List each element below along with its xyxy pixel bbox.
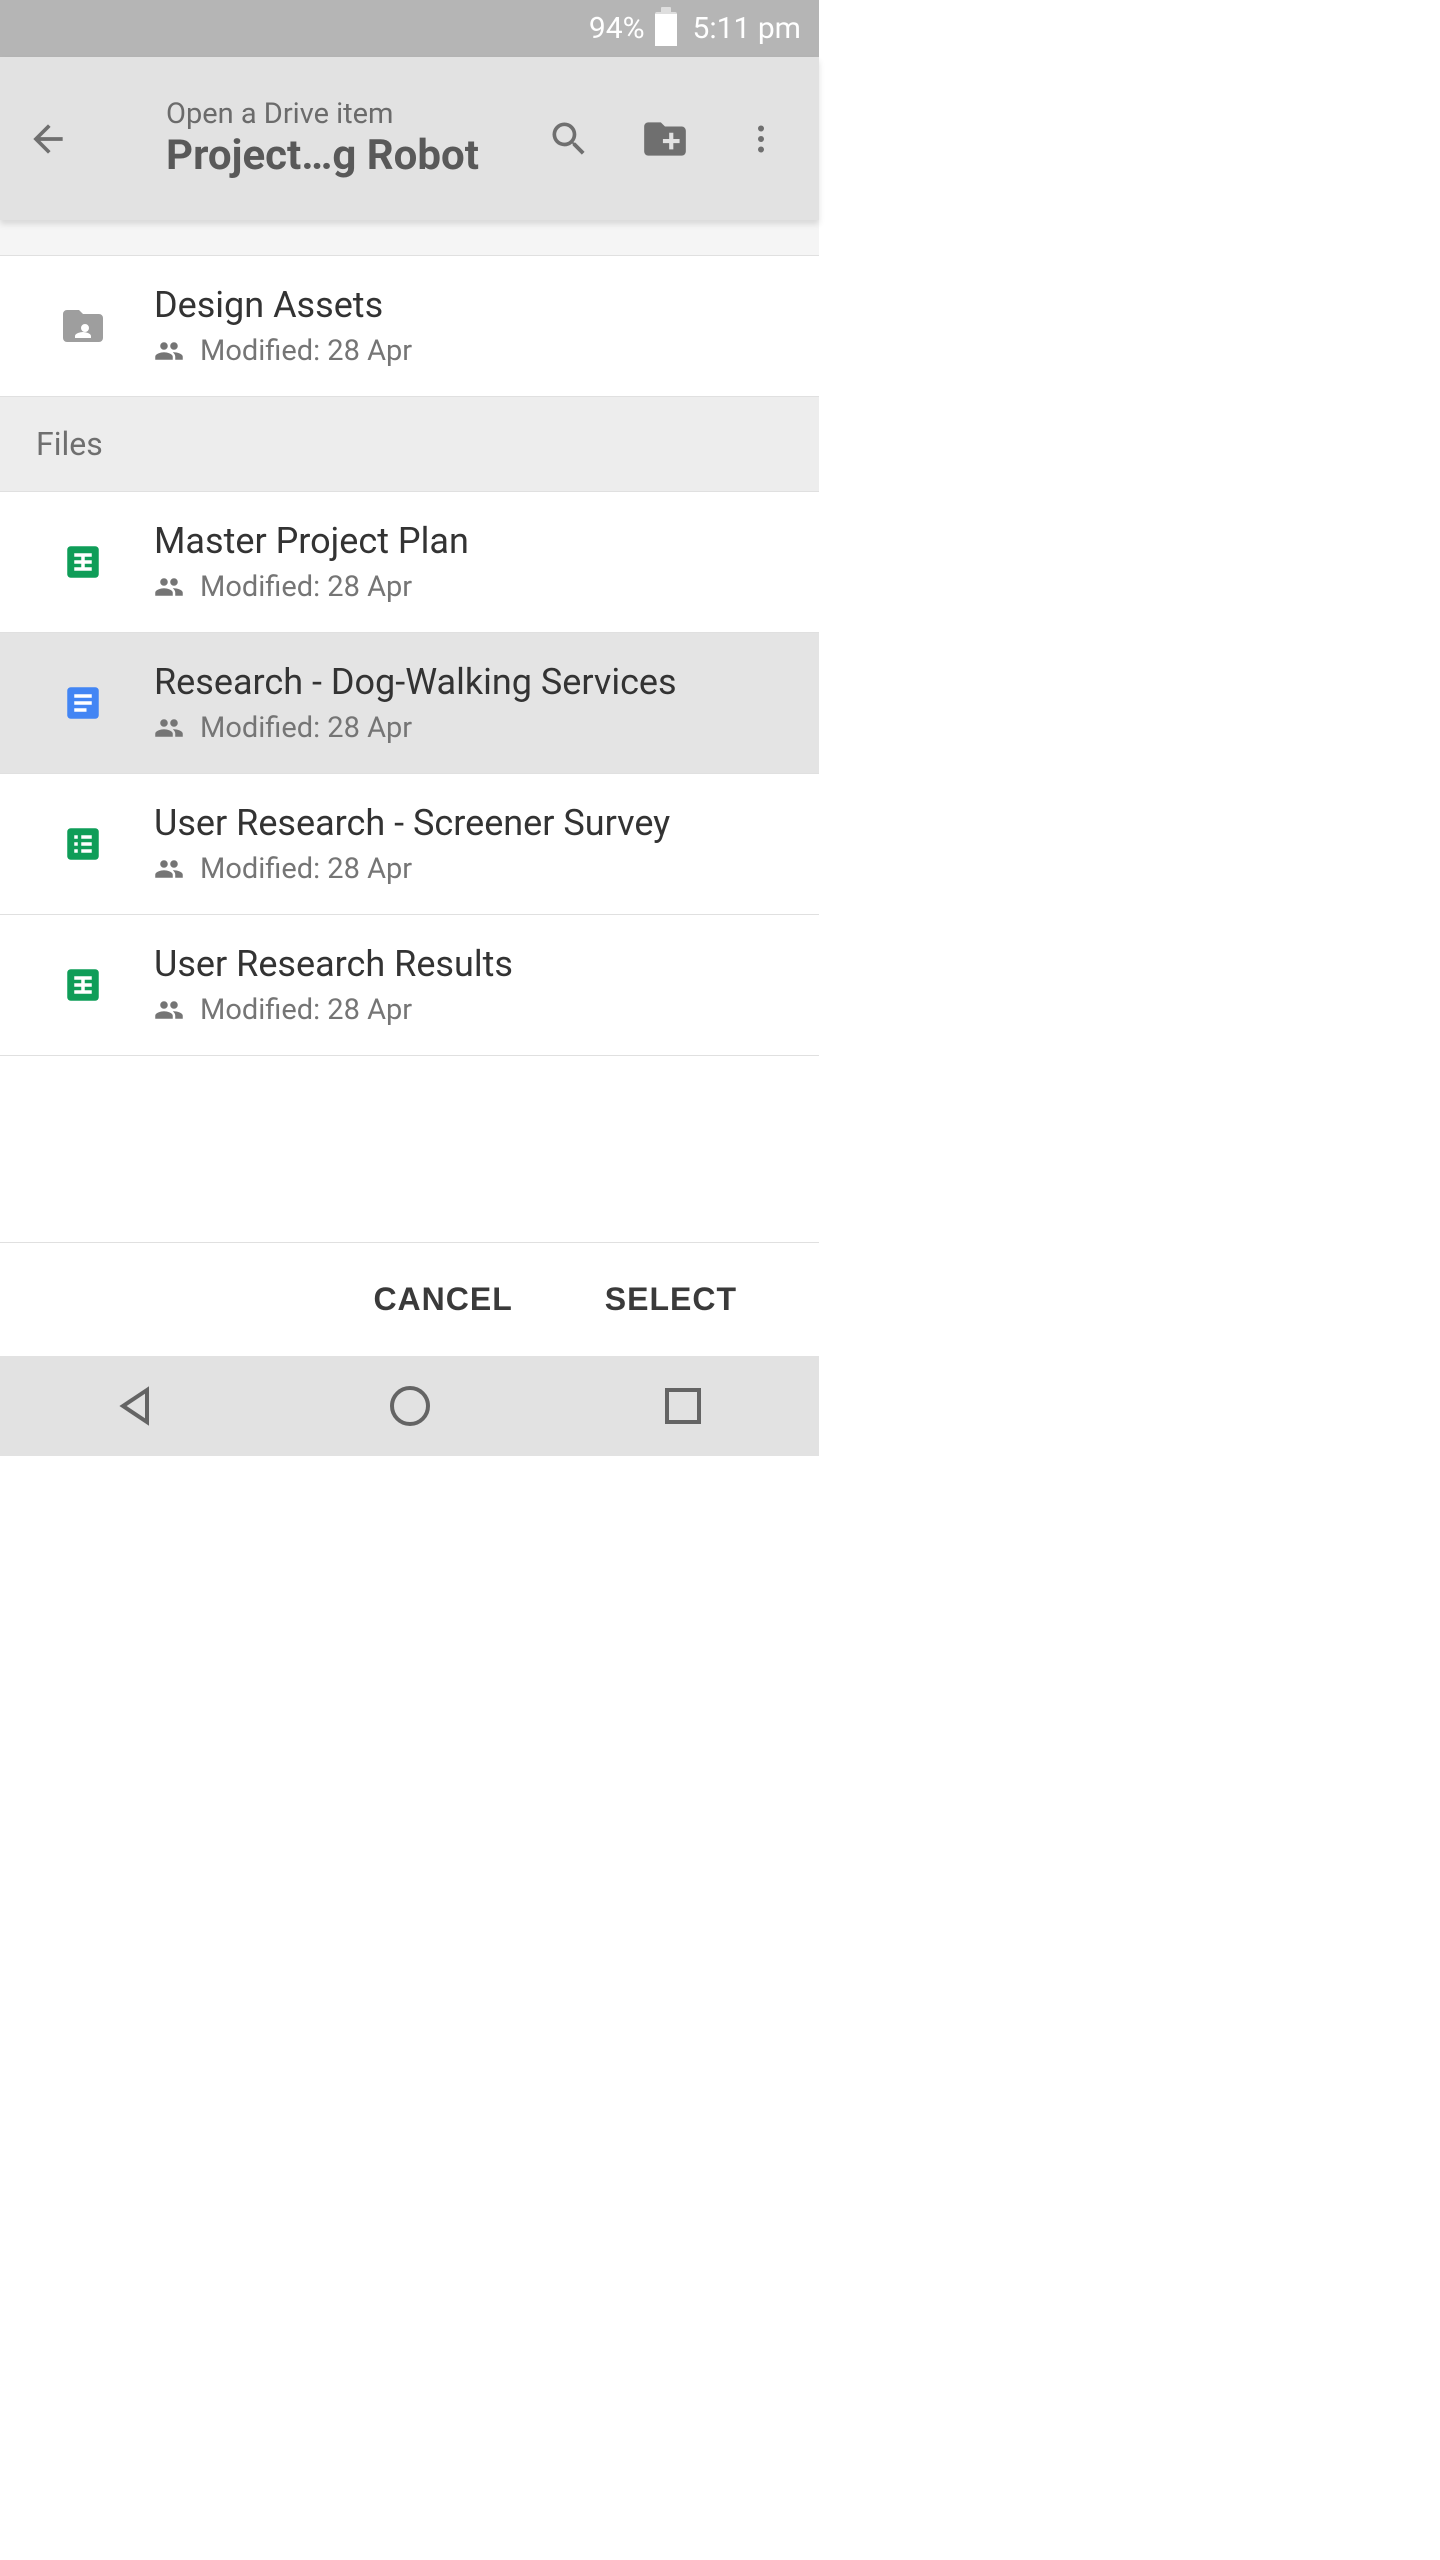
forms-icon <box>58 823 108 865</box>
item-name: Research - Dog-Walking Services <box>154 661 799 703</box>
shared-icon <box>154 572 184 602</box>
docs-icon <box>58 682 108 724</box>
section-header-files: Files <box>0 397 819 492</box>
item-modified: Modified: 28 Apr <box>200 852 412 886</box>
item-name: User Research Results <box>154 943 799 985</box>
status-bar: 94% 5:11 pm <box>0 0 819 57</box>
app-bar: Open a Drive item Project…g Robot <box>0 57 819 220</box>
file-row[interactable]: User Research Results Modified: 28 Apr <box>0 915 819 1056</box>
system-nav-bar <box>0 1356 819 1456</box>
more-vert-icon <box>743 121 779 157</box>
item-modified: Modified: 28 Apr <box>200 334 412 368</box>
nav-recent-button[interactable] <box>623 1382 743 1430</box>
battery-percent: 94% <box>589 11 645 46</box>
shared-icon <box>154 995 184 1025</box>
battery-indicator: 94% <box>589 11 677 46</box>
sheets-icon <box>58 541 108 583</box>
file-list: Design Assets Modified: 28 Apr Files Mas… <box>0 220 819 1242</box>
item-modified: Modified: 28 Apr <box>200 711 412 745</box>
file-row[interactable]: Research - Dog-Walking Services Modified… <box>0 633 819 774</box>
item-name: Design Assets <box>154 284 799 326</box>
search-button[interactable] <box>521 91 617 187</box>
shared-folder-icon <box>58 302 108 350</box>
item-modified: Modified: 28 Apr <box>200 993 412 1027</box>
search-icon <box>547 117 591 161</box>
nav-recent-icon <box>659 1382 707 1430</box>
list-spacer <box>0 220 819 256</box>
nav-back-icon <box>113 1382 161 1430</box>
new-folder-icon <box>640 114 690 164</box>
file-row[interactable]: Master Project Plan Modified: 28 Apr <box>0 492 819 633</box>
appbar-subtitle: Open a Drive item <box>166 97 521 131</box>
battery-icon <box>655 12 677 46</box>
back-button[interactable] <box>0 91 96 187</box>
overflow-menu-button[interactable] <box>713 91 809 187</box>
shared-icon <box>154 854 184 884</box>
nav-home-icon <box>386 1382 434 1430</box>
file-row[interactable]: User Research - Screener Survey Modified… <box>0 774 819 915</box>
folder-row[interactable]: Design Assets Modified: 28 Apr <box>0 256 819 397</box>
shared-icon <box>154 336 184 366</box>
action-bar: CANCEL SELECT <box>0 1242 819 1356</box>
clock: 5:11 pm <box>693 11 801 46</box>
item-name: Master Project Plan <box>154 520 799 562</box>
appbar-titles: Open a Drive item Project…g Robot <box>96 97 521 180</box>
appbar-title: Project…g Robot <box>166 131 521 180</box>
select-button[interactable]: SELECT <box>599 1271 743 1328</box>
arrow-back-icon <box>26 117 70 161</box>
item-name: User Research - Screener Survey <box>154 802 799 844</box>
cancel-button[interactable]: CANCEL <box>367 1271 518 1328</box>
new-folder-button[interactable] <box>617 91 713 187</box>
sheets-icon <box>58 964 108 1006</box>
nav-back-button[interactable] <box>77 1382 197 1430</box>
shared-icon <box>154 713 184 743</box>
item-modified: Modified: 28 Apr <box>200 570 412 604</box>
nav-home-button[interactable] <box>350 1382 470 1430</box>
